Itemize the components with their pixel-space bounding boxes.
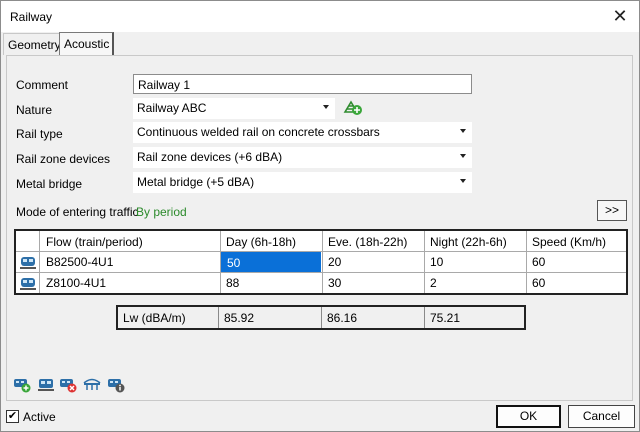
speed-cell[interactable]: 60 [526,251,626,273]
nature-value: Railway ABC [137,101,207,115]
chevron-down-icon [460,129,466,133]
chevron-down-icon [460,154,466,158]
lw-label: Lw (dBA/m) [123,311,186,325]
grid-line [220,231,221,293]
lw-eve-value: 86.16 [327,311,358,325]
rail-zone-value: Rail zone devices (+6 dBA) [137,150,283,164]
flow-cell[interactable]: Z8100-4U1 [40,272,220,294]
comment-field[interactable]: Railway 1 [133,74,472,94]
traffic-table: Flow (train/period) Day (6h-18h) Eve. (1… [14,229,628,295]
bridge-icon[interactable] [83,375,101,393]
grid-line [322,231,323,293]
grid-line [424,231,425,293]
grid-line [39,231,40,293]
day-cell[interactable]: 88 [220,272,322,294]
chevron-down-icon [460,179,466,183]
delete-train-icon[interactable] [59,375,77,393]
add-nature-icon[interactable] [343,98,363,116]
night-cell[interactable]: 10 [424,251,526,273]
lw-day-value: 85.92 [224,311,255,325]
rail-type-label: Rail type [16,127,63,141]
ok-button[interactable]: OK [496,405,561,428]
day-cell[interactable]: 50 [221,252,321,272]
comment-label: Comment [16,78,69,92]
train-icon [20,257,36,269]
eve-cell[interactable]: 20 [322,251,424,273]
grid-line [16,272,626,273]
metal-bridge-select[interactable]: Metal bridge (+5 dBA) [133,172,472,193]
checkmark-icon: ✔ [7,410,18,422]
eve-cell[interactable]: 30 [322,272,424,294]
active-label: Active [23,410,56,424]
column-header[interactable]: Day (6h-18h) [220,231,322,253]
flow-cell[interactable]: B82500-4U1 [40,251,220,273]
chevron-down-icon [323,105,329,109]
grid-line [16,251,626,252]
rail-type-select[interactable]: Continuous welded rail on concrete cross… [133,122,472,143]
column-header[interactable]: Night (22h-6h) [424,231,526,253]
grid-line [526,231,527,293]
add-train-icon[interactable] [13,375,31,393]
lw-row: Lw (dBA/m) 85.92 86.16 75.21 [116,305,526,330]
column-header[interactable]: Eve. (18h-22h) [322,231,424,253]
mode-label: Mode of entering traffic [16,205,139,219]
title-bar: Railway ✕ [1,1,639,32]
rail-zone-select[interactable]: Rail zone devices (+6 dBA) [133,147,472,168]
column-header[interactable]: Flow (train/period) [40,231,220,253]
train-icon [20,278,36,290]
train-icon[interactable] [37,375,55,393]
metal-bridge-label: Metal bridge [16,177,83,191]
tab-geometry[interactable]: Geometry [3,33,61,55]
column-header[interactable]: Speed (Km/h) [526,231,626,253]
speed-cell[interactable]: 60 [526,272,626,294]
window-title: Railway [10,10,53,24]
rail-zone-label: Rail zone devices [16,152,111,166]
close-icon[interactable]: ✕ [609,6,631,26]
night-cell[interactable]: 2 [424,272,526,294]
lw-night-value: 75.21 [430,311,461,325]
metal-bridge-value: Metal bridge (+5 dBA) [137,175,255,189]
tab-acoustic[interactable]: Acoustic [59,32,114,56]
railway-dialog: Railway ✕ Geometry Acoustic Comment Rail… [0,0,640,432]
mode-link[interactable]: By period [136,205,187,219]
nature-label: Nature [16,103,53,117]
expand-button[interactable]: >> [597,200,627,221]
cancel-button[interactable]: Cancel [568,405,635,428]
train-info-icon[interactable] [107,375,125,393]
nature-select[interactable]: Railway ABC [133,98,335,119]
active-checkbox[interactable]: ✔ [6,410,19,423]
rail-type-value: Continuous welded rail on concrete cross… [137,125,380,139]
